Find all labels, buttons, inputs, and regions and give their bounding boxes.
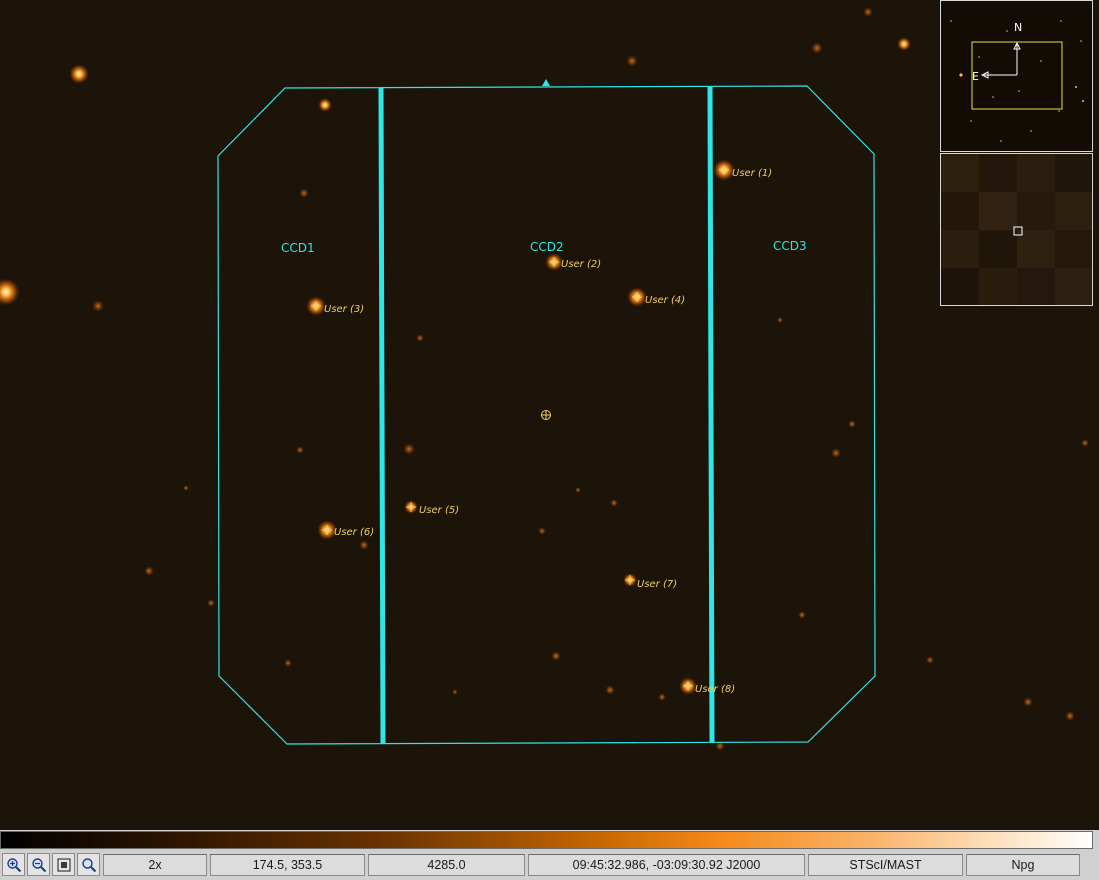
ccd1-label: CCD1 — [281, 241, 315, 255]
zoom-level-field: 2x — [103, 853, 207, 876]
marker-label: User (8) — [695, 684, 735, 695]
zoom-fit-icon[interactable] — [52, 853, 75, 876]
magnified-pixels — [941, 154, 1092, 305]
zoom-tool-icon[interactable] — [77, 853, 100, 876]
marker-label: User (6) — [334, 527, 374, 538]
world-coordinates-field: 09:45:32.986, -03:09:30.92 J2000 — [528, 853, 805, 876]
marker-label: User (7) — [637, 579, 677, 590]
pixel-coordinates-field: 174.5, 353.5 — [210, 853, 365, 876]
magnifier-panel — [940, 153, 1093, 306]
footprint-handle[interactable] — [542, 79, 550, 86]
north-label: N — [1014, 21, 1022, 34]
marker-label: User (4) — [645, 295, 685, 306]
marker-label: User (3) — [324, 304, 364, 315]
compass-icon: N E — [972, 21, 1022, 83]
panner-panel[interactable]: N E — [940, 0, 1093, 152]
target-center-marker[interactable] — [541, 410, 551, 420]
ccd2-label: CCD2 — [530, 240, 564, 254]
zoom-in-icon[interactable] — [2, 853, 25, 876]
ccd-gap-left — [378, 87, 386, 745]
band-field: Npg — [966, 853, 1080, 876]
marker-label: User (5) — [419, 505, 459, 516]
survey-field: STScI/MAST — [808, 853, 963, 876]
panner-thumbnail[interactable]: N E — [941, 1, 1092, 151]
sky-image[interactable]: CCD1 CCD2 CCD3 User (1) User (2) User (3… — [0, 0, 1099, 830]
pixel-value-field: 4285.0 — [368, 853, 525, 876]
colorbar[interactable] — [0, 831, 1093, 849]
ccd-gap-right — [707, 86, 715, 743]
marker-label: User (2) — [561, 259, 601, 270]
zoom-out-icon[interactable] — [27, 853, 50, 876]
marker-label: User (1) — [732, 168, 772, 179]
status-bar: 2x 174.5, 353.5 4285.0 09:45:32.986, -03… — [0, 851, 1099, 878]
ccd3-label: CCD3 — [773, 239, 807, 253]
east-label: E — [972, 70, 979, 83]
image-canvas[interactable]: CCD1 CCD2 CCD3 User (1) User (2) User (3… — [0, 0, 1099, 830]
bright-stars — [0, 64, 735, 695]
